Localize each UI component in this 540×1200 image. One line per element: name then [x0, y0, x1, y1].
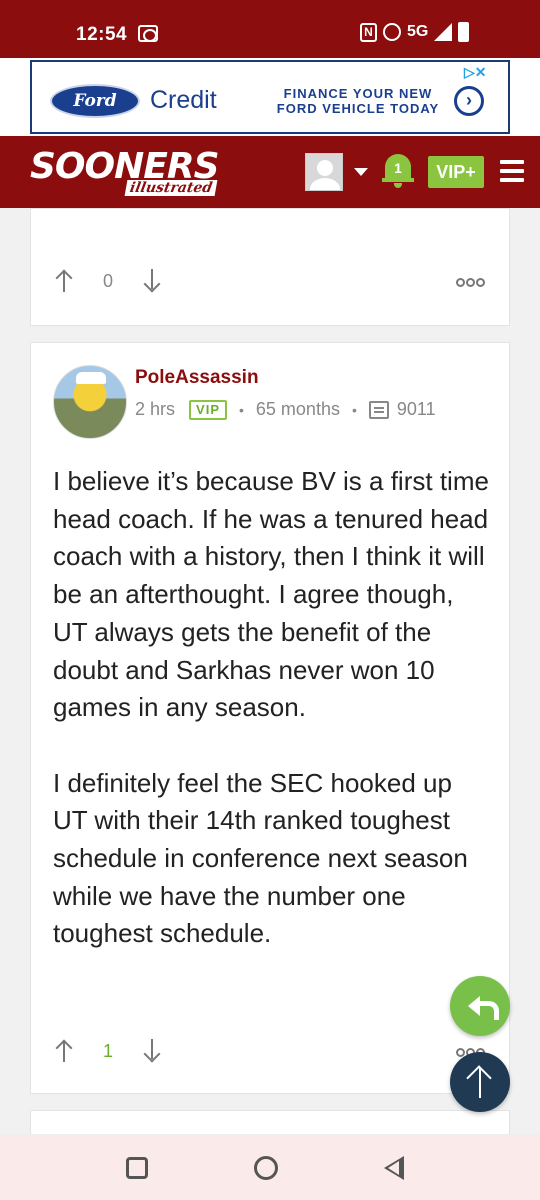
- battery-icon: [458, 22, 470, 42]
- nfc-icon: N: [360, 22, 377, 42]
- status-bar: 12:54 N 5G: [0, 0, 540, 58]
- ad-product: Credit: [150, 86, 217, 114]
- membership-length: 65 months: [255, 399, 340, 419]
- post-time: 2 hrs: [135, 399, 176, 419]
- vote-count: 1: [102, 1040, 113, 1061]
- downvote-icon[interactable]: [143, 1039, 161, 1063]
- notification-count: 1: [385, 154, 411, 180]
- site-logo[interactable]: SOONERS illustrated: [30, 146, 270, 198]
- clock: 12:54: [76, 24, 128, 45]
- ad-tagline: FINANCE YOUR NEW FORD VEHICLE TODAY: [276, 86, 440, 116]
- post-paragraph: I definitely feel the SEC hooked up UT w…: [53, 767, 468, 949]
- bell-clapper: [394, 183, 402, 188]
- vote-controls: 0: [55, 269, 161, 293]
- post-paragraph: I believe it’s because BV is a first tim…: [53, 466, 489, 723]
- alarm-icon: [383, 23, 401, 41]
- vote-controls: 1: [55, 1039, 161, 1063]
- post-meta: 2 hrs VIP • 65 months • 9011: [135, 399, 436, 420]
- ford-logo: Ford: [50, 84, 140, 118]
- more-options-icon[interactable]: [455, 275, 485, 290]
- reply-button[interactable]: [450, 976, 510, 1036]
- vip-badge: VIP: [189, 399, 227, 420]
- user-avatar[interactable]: [305, 153, 343, 191]
- cast-icon: [138, 25, 158, 42]
- downvote-icon[interactable]: [143, 269, 161, 293]
- chevron-down-icon[interactable]: [354, 168, 368, 176]
- author-username[interactable]: PoleAssassin: [135, 367, 259, 389]
- author-avatar[interactable]: [53, 365, 127, 439]
- post-count: 9011: [396, 399, 436, 419]
- back-icon[interactable]: [384, 1156, 404, 1180]
- chevron-right-icon[interactable]: ›: [454, 86, 484, 116]
- vip-button[interactable]: VIP+: [428, 156, 484, 188]
- home-icon[interactable]: [254, 1156, 278, 1180]
- logo-sub-text: illustrated: [124, 180, 218, 196]
- upvote-icon[interactable]: [55, 1039, 73, 1063]
- signal-icon: [434, 23, 453, 41]
- bell-icon: [382, 178, 414, 182]
- system-nav-bar: [0, 1134, 540, 1200]
- site-header: SOONERS illustrated 1 VIP+: [0, 136, 540, 208]
- recents-icon[interactable]: [126, 1157, 148, 1179]
- scroll-to-top-button[interactable]: [450, 1052, 510, 1112]
- vote-count: 0: [102, 270, 113, 291]
- post-card: PoleAssassin 2 hrs VIP • 65 months • 901…: [30, 342, 510, 1094]
- separator-dot: •: [239, 401, 244, 418]
- ad-banner[interactable]: Ford Credit FINANCE YOUR NEW FORD VEHICL…: [0, 58, 540, 136]
- post-card-previous: 0: [30, 208, 510, 326]
- notifications-button[interactable]: 1: [382, 150, 414, 190]
- ad-box[interactable]: Ford Credit FINANCE YOUR NEW FORD VEHICL…: [30, 60, 510, 134]
- post-body: I believe it’s because BV is a first tim…: [53, 463, 493, 991]
- network-type: 5G: [407, 23, 429, 40]
- message-icon: [368, 400, 389, 419]
- menu-icon[interactable]: [500, 160, 524, 182]
- separator-dot: •: [351, 401, 357, 418]
- ad-choices-icon[interactable]: ▷✕: [464, 64, 487, 81]
- status-icons: N 5G: [360, 22, 470, 42]
- upvote-icon[interactable]: [55, 269, 73, 293]
